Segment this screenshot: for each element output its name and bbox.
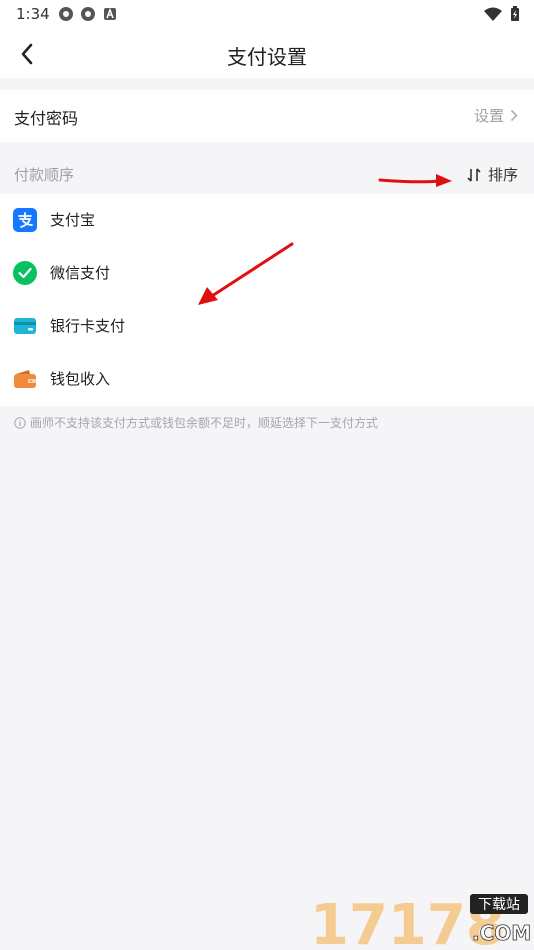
annotation-arrow-icon <box>378 174 452 187</box>
payment-password-label: 支付密码 <box>14 109 79 128</box>
status-notification-icons <box>58 6 118 22</box>
payment-method-name: 支付宝 <box>50 211 96 229</box>
watermark-logo: 17178 下载站 .COM <box>310 893 530 948</box>
sort-icon <box>467 167 481 182</box>
payment-password-row[interactable]: 支付密码 设置 <box>0 90 534 142</box>
battery-icon <box>511 6 519 21</box>
status-time: 1:34 <box>16 5 50 23</box>
status-system-icons <box>484 6 520 22</box>
info-icon <box>14 416 26 429</box>
note-text: 画师不支持该支付方式或钱包余额不足时，顺延选择下一支付方式 <box>30 416 379 430</box>
wechat-pay-icon <box>13 261 37 285</box>
wallet-icon <box>14 370 36 388</box>
watermark-badge: 下载站 <box>478 897 520 913</box>
payment-password-set-button[interactable]: 设置 <box>474 105 518 126</box>
payment-method-name: 钱包收入 <box>50 370 111 388</box>
set-label: 设置 <box>473 107 504 125</box>
chevron-right-icon <box>510 109 518 122</box>
alipay-icon <box>13 208 37 232</box>
app-notification-icon <box>81 7 95 21</box>
sort-label: 排序 <box>487 166 518 184</box>
a-notification-icon <box>104 7 116 20</box>
watermark-suffix: .COM <box>472 921 530 945</box>
payment-method-wallet[interactable]: 钱包收入 <box>0 353 534 406</box>
annotation-arrow-icon <box>198 242 294 305</box>
app-notification-icon <box>59 7 73 21</box>
wifi-icon <box>484 7 502 21</box>
bank-card-icon <box>14 318 36 334</box>
status-bar: 1:34 <box>0 0 534 30</box>
app-header: 支付设置 <box>0 30 534 78</box>
payment-order-note: 画师不支持该支付方式或钱包余额不足时，顺延选择下一支付方式 <box>14 414 378 431</box>
sort-button[interactable]: 排序 <box>466 164 518 185</box>
payment-order-label: 付款顺序 <box>14 166 75 184</box>
page-title: 支付设置 <box>227 45 307 69</box>
payment-method-name: 银行卡支付 <box>50 317 126 335</box>
payment-method-name: 微信支付 <box>50 264 111 282</box>
